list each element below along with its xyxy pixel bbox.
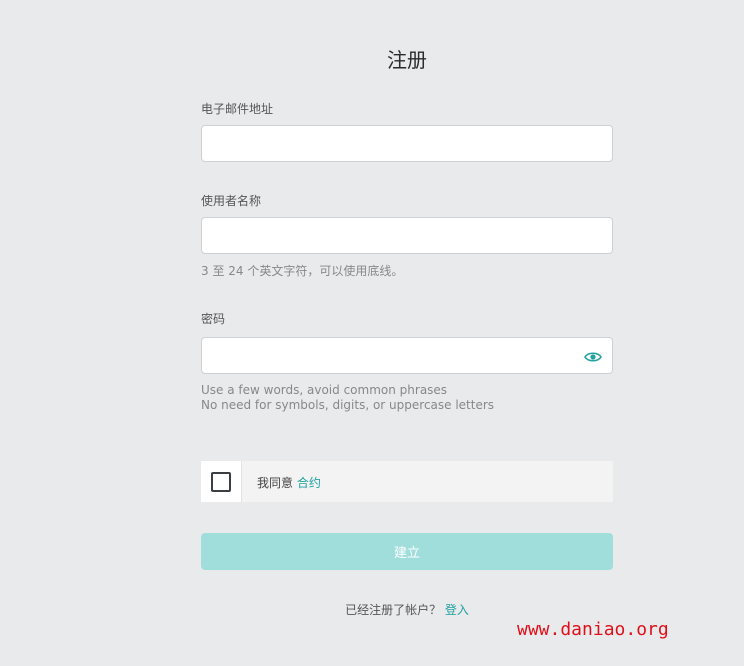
eye-icon[interactable] [584, 349, 602, 363]
email-field[interactable] [201, 125, 613, 162]
email-label: 电子邮件地址 [201, 102, 274, 116]
create-account-button[interactable]: 建立 [201, 533, 613, 570]
agreement-text: 我同意 合约 [257, 474, 321, 491]
password-hint-line-2: No need for symbols, digits, or uppercas… [201, 398, 495, 412]
login-link[interactable]: 登入 [445, 603, 469, 617]
signup-page: 注册 电子邮件地址 使用者名称 3 至 24 个英文字符，可以使用底线。 密码 … [0, 0, 744, 666]
username-field[interactable] [201, 217, 613, 254]
username-hint: 3 至 24 个英文字符，可以使用底线。 [201, 264, 404, 278]
agreement-row: 我同意 合约 [201, 461, 613, 502]
agree-checkbox[interactable] [211, 472, 231, 492]
password-field-wrapper [201, 337, 613, 374]
watermark: www.daniao.org [517, 619, 669, 640]
password-label: 密码 [201, 312, 226, 326]
terms-link[interactable]: 合约 [297, 476, 321, 490]
password-hint-line-1: Use a few words, avoid common phrases [201, 383, 448, 397]
already-registered-text: 已经注册了帐户？ [345, 603, 442, 617]
signup-form: 电子邮件地址 使用者名称 3 至 24 个英文字符，可以使用底线。 密码 Use… [201, 0, 613, 666]
agreement-label: 我同意 [257, 476, 294, 490]
username-label: 使用者名称 [201, 194, 262, 208]
login-prompt: 已经注册了帐户？ 登入 [201, 601, 613, 618]
password-field[interactable] [202, 338, 572, 373]
checkbox-cell [201, 461, 242, 502]
